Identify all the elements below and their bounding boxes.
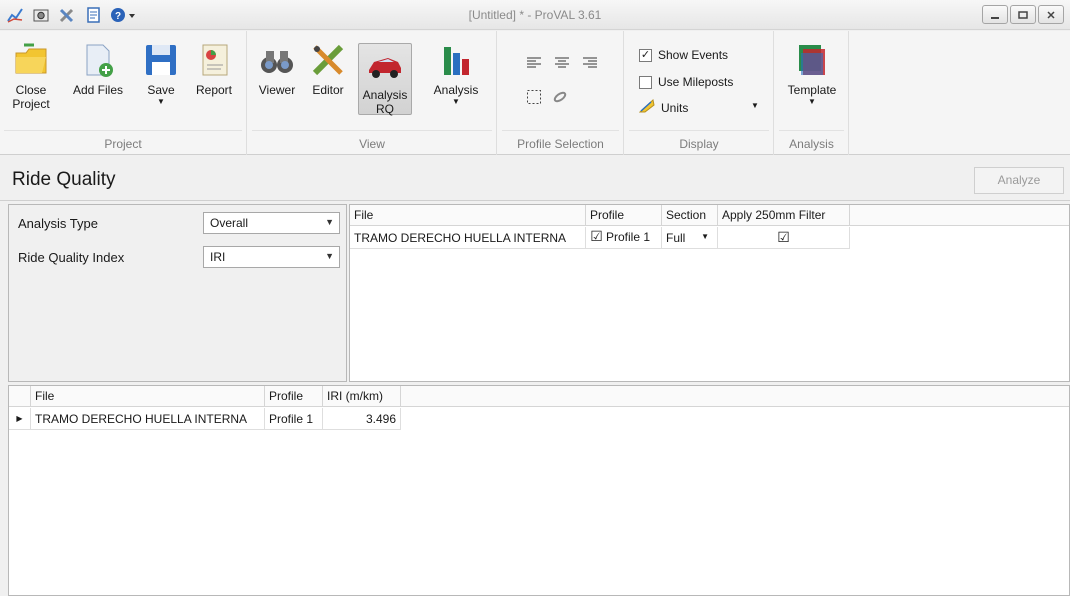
select-region-icon[interactable] (526, 89, 542, 108)
binoculars-icon (258, 41, 296, 79)
column-header-file[interactable]: File (31, 386, 265, 407)
ribbon-group-display: ✓ Show Events Use Mileposts Units ▼ Disp… (625, 31, 774, 155)
parameters-panel: Analysis Type Overall ▼ Ride Quality Ind… (8, 204, 347, 382)
file-cell: TRAMO DERECHO HUELLA INTERNA (350, 227, 586, 249)
column-header-iri[interactable]: IRI (m/km) (323, 386, 401, 407)
column-header-profile[interactable]: Profile (586, 205, 662, 226)
close-project-button[interactable]: Close Project (10, 41, 52, 111)
maximize-button[interactable] (1010, 5, 1036, 24)
ribbon-group-project: Close Project Add Files Save ▼ Report Pr… (0, 31, 247, 155)
units-dropdown[interactable]: Units ▼ (638, 99, 759, 116)
column-header-file[interactable]: File (350, 205, 586, 226)
chevron-down-icon: ▼ (808, 97, 816, 106)
add-file-icon (79, 41, 117, 79)
iri-value-cell: 3.496 (323, 408, 401, 430)
report-icon (195, 41, 233, 79)
align-left-icon[interactable] (526, 56, 542, 73)
analyze-button[interactable]: Analyze (974, 167, 1064, 194)
checkbox-checked-icon[interactable]: ☑ (777, 229, 790, 245)
minimize-button[interactable] (982, 5, 1008, 24)
chevron-down-icon: ▼ (325, 251, 334, 261)
filter-cell[interactable]: ☑ (718, 227, 850, 249)
chevron-down-icon: ▼ (452, 97, 460, 106)
ribbon: Close Project Add Files Save ▼ Report Pr… (0, 31, 1070, 155)
editor-button[interactable]: Editor (306, 41, 350, 97)
checkbox-checked-icon: ✓ (639, 48, 652, 62)
ride-quality-header: Ride Quality Analyze (0, 157, 1070, 201)
group-label-view: View (359, 137, 385, 151)
file-selection-grid: File Profile Section Apply 250mm Filter … (349, 204, 1070, 382)
grid-header: File Profile IRI (m/km) (9, 386, 1069, 407)
save-button[interactable]: Save ▼ (140, 41, 182, 107)
section-dropdown[interactable]: Full ▼ (662, 227, 718, 249)
folder-icon (12, 41, 50, 79)
checkbox-empty-icon (639, 75, 652, 89)
ribbon-group-view: Viewer Editor Analysis RQ Analysis ▼ Vie… (248, 31, 497, 155)
editor-icon (309, 41, 347, 79)
bar-chart-icon (437, 41, 475, 79)
analysis-button[interactable]: Analysis ▼ (426, 41, 486, 107)
grid-header: File Profile Section Apply 250mm Filter (350, 205, 1069, 226)
chevron-down-icon: ▼ (157, 97, 165, 106)
ride-quality-index-select[interactable]: IRI ▼ (203, 246, 340, 268)
window-controls (982, 5, 1064, 24)
page-title: Ride Quality (12, 169, 116, 190)
title-bar: ? [Untitled] * - ProVAL 3.61 (0, 0, 1070, 30)
use-mileposts-checkbox[interactable]: Use Mileposts (639, 75, 733, 89)
ribbon-group-profile-selection: Profile Selection (498, 31, 624, 155)
align-center-icon[interactable] (554, 56, 570, 73)
window-title: [Untitled] * - ProVAL 3.61 (468, 8, 602, 22)
report-button[interactable]: Report (190, 41, 238, 97)
ribbon-group-analysis: Template ▼ Analysis (775, 31, 849, 155)
chevron-down-icon: ▼ (325, 217, 334, 227)
column-header-filter[interactable]: Apply 250mm Filter (718, 205, 850, 226)
checkbox-checked-icon[interactable]: ☑ (590, 229, 603, 243)
group-label-analysis: Analysis (789, 137, 834, 151)
ruler-icon (638, 99, 655, 116)
group-label-project: Project (104, 137, 142, 151)
results-grid: File Profile IRI (m/km) ▶ TRAMO DERECHO … (8, 385, 1070, 596)
template-button[interactable]: Template ▼ (783, 41, 841, 107)
viewer-button[interactable]: Viewer (254, 41, 300, 97)
group-label-profile-selection: Profile Selection (517, 137, 604, 151)
column-header-profile[interactable]: Profile (265, 386, 323, 407)
car-icon (366, 46, 404, 84)
align-right-icon[interactable] (582, 56, 598, 73)
add-files-button[interactable]: Add Files (72, 41, 124, 97)
row-pointer-icon: ▶ (9, 408, 31, 430)
template-icon (793, 41, 831, 79)
close-window-button[interactable] (1038, 5, 1064, 24)
floppy-icon (142, 41, 180, 79)
analysis-type-select[interactable]: Overall ▼ (203, 212, 340, 234)
profile-cell: Profile 1 (265, 408, 323, 430)
ride-quality-index-label: Ride Quality Index (18, 250, 125, 265)
column-header-section[interactable]: Section (662, 205, 718, 226)
analysis-type-label: Analysis Type (18, 216, 98, 231)
file-cell: TRAMO DERECHO HUELLA INTERNA (31, 408, 265, 430)
link-icon[interactable] (552, 89, 568, 108)
group-label-display: Display (679, 137, 719, 151)
show-events-checkbox[interactable]: ✓ Show Events (639, 48, 728, 62)
analysis-rq-button[interactable]: Analysis RQ (358, 43, 412, 116)
chevron-down-icon: ▼ (701, 232, 709, 241)
chevron-down-icon: ▼ (751, 101, 759, 110)
profile-cell[interactable]: ☑ Profile 1 (586, 227, 662, 249)
